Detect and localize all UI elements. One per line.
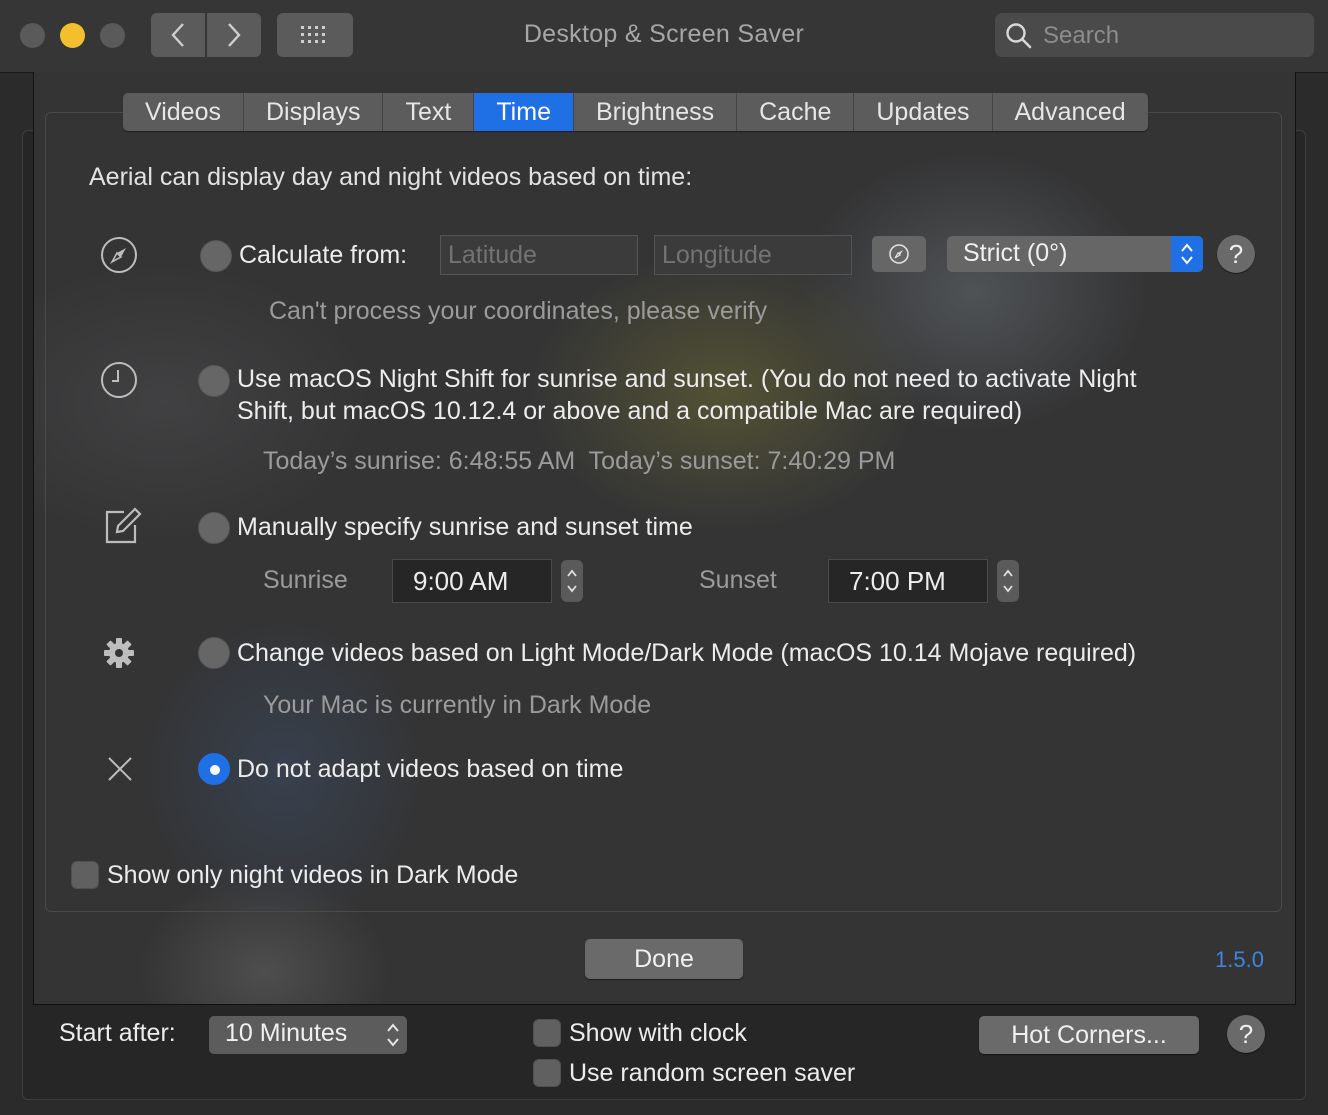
search-field[interactable] bbox=[995, 13, 1314, 57]
stepper-arrows-icon bbox=[1003, 569, 1013, 593]
night-shift-radio[interactable] bbox=[198, 365, 230, 397]
dark-mode-info: Your Mac is currently in Dark Mode bbox=[263, 691, 652, 719]
sunrise-label: Sunrise bbox=[263, 566, 348, 594]
hot-corners-button[interactable]: Hot Corners... bbox=[979, 1016, 1199, 1054]
search-icon bbox=[1006, 23, 1032, 49]
start-after-select[interactable]: 10 Minutes bbox=[209, 1016, 407, 1054]
no-adapt-radio[interactable] bbox=[198, 753, 230, 785]
no-adapt-label: Do not adapt videos based on time bbox=[237, 755, 624, 783]
random-saver-label: Use random screen saver bbox=[569, 1059, 856, 1087]
up-down-arrows-icon bbox=[387, 1023, 399, 1047]
tab-cache[interactable]: Cache bbox=[737, 93, 855, 131]
night-shift-label-line1: Use macOS Night Shift for sunrise and su… bbox=[237, 365, 1137, 393]
tab-videos[interactable]: Videos bbox=[123, 93, 244, 131]
calculate-from-radio[interactable] bbox=[200, 240, 232, 272]
coordinates-status: Can't process your coordinates, please v… bbox=[269, 297, 768, 325]
clock-icon bbox=[101, 362, 137, 398]
start-after-label: Start after: bbox=[59, 1019, 176, 1047]
tab-bar: Videos Displays Text Time Brightness Cac… bbox=[123, 93, 1148, 131]
solar-mode-value: Strict (0°) bbox=[963, 239, 1068, 267]
start-after-value: 10 Minutes bbox=[225, 1019, 348, 1047]
sunrise-stepper[interactable] bbox=[561, 560, 583, 602]
tab-displays[interactable]: Displays bbox=[244, 93, 384, 131]
manual-time-label: Manually specify sunrise and sunset time bbox=[237, 513, 693, 541]
sun-times-info: Today’s sunrise: 6:48:55 AM Today’s suns… bbox=[263, 447, 896, 475]
night-only-label: Show only night videos in Dark Mode bbox=[107, 861, 519, 889]
edit-icon bbox=[105, 507, 142, 544]
dark-mode-label: Change videos based on Light Mode/Dark M… bbox=[237, 639, 1137, 667]
close-icon bbox=[108, 757, 132, 781]
tab-content-box bbox=[45, 112, 1282, 912]
longitude-field[interactable] bbox=[654, 235, 852, 275]
version-label: 1.5.0 bbox=[1215, 947, 1264, 972]
manual-time-radio[interactable] bbox=[198, 512, 230, 544]
tab-time[interactable]: Time bbox=[474, 93, 574, 131]
sunset-stepper[interactable] bbox=[997, 560, 1019, 602]
locate-me-button[interactable] bbox=[872, 236, 926, 272]
latitude-field[interactable] bbox=[440, 235, 638, 275]
up-down-arrows-icon bbox=[1171, 236, 1203, 272]
compass-icon bbox=[101, 237, 137, 273]
show-clock-label: Show with clock bbox=[569, 1019, 747, 1047]
random-saver-checkbox[interactable] bbox=[533, 1059, 561, 1087]
calculate-from-label: Calculate from: bbox=[239, 241, 408, 269]
stepper-arrows-icon bbox=[567, 569, 577, 593]
solar-mode-popup[interactable]: Strict (0°) bbox=[947, 236, 1203, 272]
sunset-label: Sunset bbox=[699, 566, 777, 594]
tab-text[interactable]: Text bbox=[383, 93, 475, 131]
night-only-checkbox[interactable] bbox=[71, 861, 99, 889]
sunrise-time-field[interactable]: 9:00 AM bbox=[392, 559, 552, 603]
title-bar: Desktop & Screen Saver bbox=[0, 0, 1328, 73]
sunset-time-field[interactable]: 7:00 PM bbox=[828, 559, 988, 603]
tab-updates[interactable]: Updates bbox=[854, 93, 993, 131]
show-clock-checkbox[interactable] bbox=[533, 1019, 561, 1047]
gear-icon bbox=[104, 638, 134, 668]
dark-mode-radio[interactable] bbox=[198, 637, 230, 669]
done-button[interactable]: Done bbox=[585, 939, 743, 979]
night-shift-label-line2: Shift, but macOS 10.12.4 or above and a … bbox=[237, 397, 1023, 425]
compass-icon bbox=[889, 244, 909, 264]
solar-mode-help-button[interactable]: ? bbox=[1217, 235, 1255, 273]
search-input[interactable] bbox=[1041, 19, 1305, 53]
time-intro-text: Aerial can display day and night videos … bbox=[89, 163, 693, 191]
help-button[interactable]: ? bbox=[1227, 1015, 1265, 1053]
tab-advanced[interactable]: Advanced bbox=[993, 93, 1148, 131]
tab-brightness[interactable]: Brightness bbox=[574, 93, 738, 131]
